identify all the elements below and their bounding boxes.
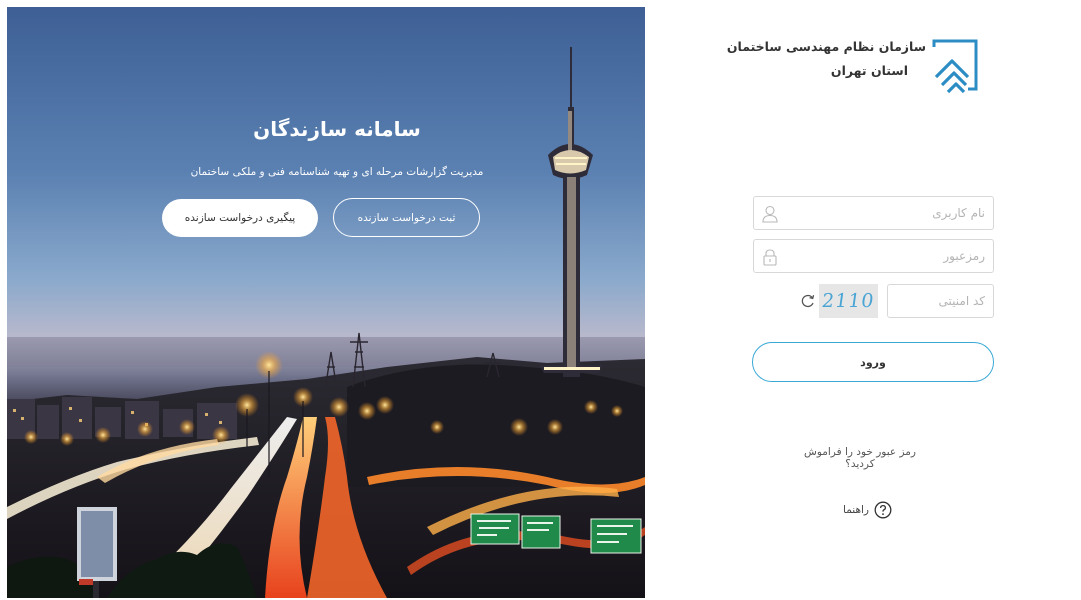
logo-text: سازمان نظام مهندسی ساختمان استان تهران xyxy=(727,39,926,78)
captcha-input[interactable] xyxy=(894,285,985,317)
lock-icon xyxy=(763,249,777,266)
hero-subtitle: مدیریت گزارشات مرحله ای و تهیه شناسنامه … xyxy=(190,166,484,178)
username-input[interactable] xyxy=(786,197,985,229)
city-night-photo xyxy=(7,47,645,598)
captcha-image: 2110 xyxy=(819,284,878,318)
logo-province: استان تهران xyxy=(830,63,908,78)
captcha-field xyxy=(887,284,994,318)
forgot-password-link[interactable]: رمز عبور خود را فراموش کردید؟ xyxy=(790,446,930,470)
hero-panel: سامانه سازندگان مدیریت گزارشات مرحله ای … xyxy=(7,7,645,598)
password-field xyxy=(753,239,994,273)
logo-org-name: سازمان نظام مهندسی ساختمان xyxy=(726,39,926,54)
help-link[interactable]: راهنما xyxy=(843,501,892,519)
house-waves-logo-icon xyxy=(932,39,978,93)
hero-title: سامانه سازندگان xyxy=(253,117,421,141)
user-icon xyxy=(762,205,778,223)
help-label: راهنما xyxy=(843,504,869,516)
track-builder-request-button[interactable]: پیگیری درخواست سازنده xyxy=(162,199,318,237)
login-button[interactable]: ورود xyxy=(752,342,994,382)
username-field xyxy=(753,196,994,230)
login-page: سامانه سازندگان مدیریت گزارشات مرحله ای … xyxy=(0,0,1081,600)
password-input[interactable] xyxy=(786,240,985,272)
question-circle-icon xyxy=(874,501,892,519)
refresh-icon[interactable] xyxy=(800,293,816,309)
org-logo: سازمان نظام مهندسی ساختمان استان تهران xyxy=(727,37,980,101)
register-builder-request-button[interactable]: ثبت درخواست سازنده xyxy=(333,198,480,237)
captcha-code: 2110 xyxy=(820,290,877,312)
